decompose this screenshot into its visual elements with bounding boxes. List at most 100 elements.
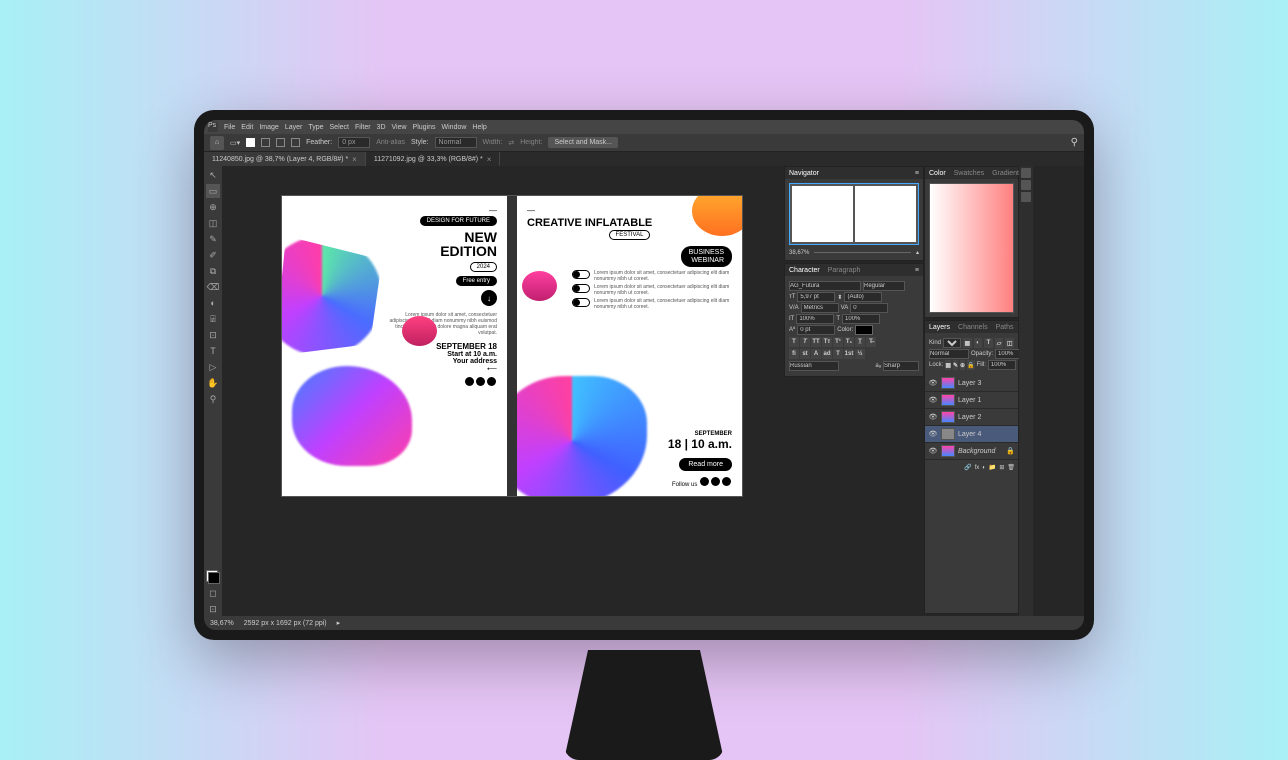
layer-name[interactable]: Layer 1 [958,397,981,404]
panel-menu-icon[interactable]: ≡ [915,170,919,177]
filter-pixel-icon[interactable]: ▦ [963,338,972,348]
gradient-tool-icon[interactable]: ◐ [206,296,220,310]
visibility-icon[interactable]: 👁 [928,412,938,422]
selection-sub-icon[interactable] [276,138,285,147]
italic-button[interactable]: T [800,337,810,347]
tab-swatches[interactable]: Swatches [954,170,984,177]
visibility-icon[interactable]: 👁 [928,446,938,456]
lock-paint-icon[interactable]: ✎ [953,360,958,370]
lasso-tool-icon[interactable]: ⊕ [206,200,220,214]
text-color-swatch[interactable] [855,325,873,335]
caps-button[interactable]: TT [811,337,821,347]
move-tool-icon[interactable]: ↖ [206,168,220,182]
close-icon[interactable]: × [487,155,492,164]
eyedropper-tool-icon[interactable]: ✎ [206,232,220,246]
opentype-button[interactable]: 1st [844,349,854,359]
panel-menu-icon[interactable]: ≡ [915,267,919,274]
app-logo-icon[interactable]: Ps [208,122,218,132]
opentype-button[interactable]: st [800,349,810,359]
menu-image[interactable]: Image [259,124,278,131]
menu-view[interactable]: View [392,124,407,131]
layer-row[interactable]: 👁Background🔒 [925,443,1018,460]
layer-name[interactable]: Layer 2 [958,414,981,421]
opentype-button[interactable]: fi [789,349,799,359]
tab-gradients[interactable]: Gradients [992,170,1022,177]
close-icon[interactable]: × [352,155,357,164]
crop-tool-icon[interactable]: ◫ [206,216,220,230]
stamp-tool-icon[interactable]: ⧉ [206,264,220,278]
lock-pos-icon[interactable]: ⊕ [960,360,965,370]
navigator-thumbnail[interactable] [789,183,919,245]
tab-paths[interactable]: Paths [996,324,1014,331]
hscale-input[interactable] [842,314,880,324]
layer-name[interactable]: Layer 3 [958,380,981,387]
zoom-status[interactable]: 38,67% [210,620,234,627]
link-layers-icon[interactable]: 🔗 [964,464,971,471]
menu-edit[interactable]: Edit [241,124,253,131]
tab-doc-1[interactable]: 11240850.jpg @ 38,7% (Layer 4, RGB/8#) *… [204,152,366,166]
type-tool-icon[interactable]: T [206,344,220,358]
fill-input[interactable] [988,360,1016,370]
layer-row[interactable]: 👁Layer 4 [925,426,1018,443]
layer-name[interactable]: Layer 4 [958,431,981,438]
pen-tool-icon[interactable]: ⊡ [206,328,220,342]
leading-input[interactable] [844,292,882,302]
filter-smart-icon[interactable]: ◫ [1005,338,1014,348]
kerning-input[interactable] [801,303,839,313]
menu-plugins[interactable]: Plugins [413,124,436,131]
menu-help[interactable]: Help [472,124,486,131]
font-weight-select[interactable] [863,281,905,291]
selection-int-icon[interactable] [291,138,300,147]
brush-tool-icon[interactable]: ✐ [206,248,220,262]
path-tool-icon[interactable]: ▷ [206,360,220,374]
menu-file[interactable]: File [224,124,235,131]
selection-new-icon[interactable] [246,138,255,147]
menu-filter[interactable]: Filter [355,124,371,131]
lock-all-icon[interactable]: 🔒 [967,360,974,370]
subscript-button[interactable]: T₁ [844,337,854,347]
select-mask-button[interactable]: Select and Mask... [548,137,618,148]
new-layer-icon[interactable]: ⊞ [999,464,1004,471]
tab-character[interactable]: Character [789,267,820,274]
tab-doc-2[interactable]: 11271092.jpg @ 33,3% (RGB/8#) *× [366,152,501,166]
dodge-tool-icon[interactable]: ⍯ [206,312,220,326]
filter-adj-icon[interactable]: ◐ [974,338,983,348]
strike-button[interactable]: T̶ [866,337,876,347]
panel-icon[interactable] [1021,168,1031,178]
panel-icon[interactable] [1021,180,1031,190]
color-swatch-icon[interactable] [206,570,220,584]
menu-select[interactable]: Select [330,124,349,131]
quickmask-icon[interactable]: ◻ [206,586,220,600]
opentype-button[interactable]: ½ [855,349,865,359]
menu-window[interactable]: Window [442,124,467,131]
blend-mode-select[interactable] [929,349,969,359]
tab-navigator[interactable]: Navigator [789,170,819,177]
layer-name[interactable]: Background [958,448,995,455]
kind-select[interactable] [943,338,961,348]
filter-type-icon[interactable]: T [984,338,993,348]
feather-input[interactable] [338,137,370,148]
layer-row[interactable]: 👁 Layer 2 [925,409,1018,426]
menu-layer[interactable]: Layer [285,124,303,131]
tab-color[interactable]: Color [929,170,946,177]
fx-icon[interactable]: fx [975,465,980,471]
visibility-icon[interactable]: 👁 [928,395,938,405]
doc-dims-status[interactable]: 2592 px x 1692 px (72 ppi) [244,620,327,627]
mask-icon[interactable]: ◐ [982,465,986,471]
home-icon[interactable]: ⌂ [210,136,224,150]
font-family-select[interactable] [789,281,861,291]
opentype-button[interactable]: T [833,349,843,359]
tracking-input[interactable] [850,303,888,313]
smallcaps-button[interactable]: Tᴛ [822,337,832,347]
selection-add-icon[interactable] [261,138,270,147]
visibility-icon[interactable]: 👁 [928,378,938,388]
tab-paragraph[interactable]: Paragraph [828,267,861,274]
hand-tool-icon[interactable]: ✋ [206,376,220,390]
lang-select[interactable] [789,361,839,371]
layer-row[interactable]: 👁 Layer 1 [925,392,1018,409]
tab-channels[interactable]: Channels [958,324,988,331]
group-icon[interactable]: 📁 [989,464,996,471]
filter-shape-icon[interactable]: ▱ [995,338,1004,348]
panel-icon[interactable] [1021,192,1031,202]
menu-type[interactable]: Type [308,124,323,131]
